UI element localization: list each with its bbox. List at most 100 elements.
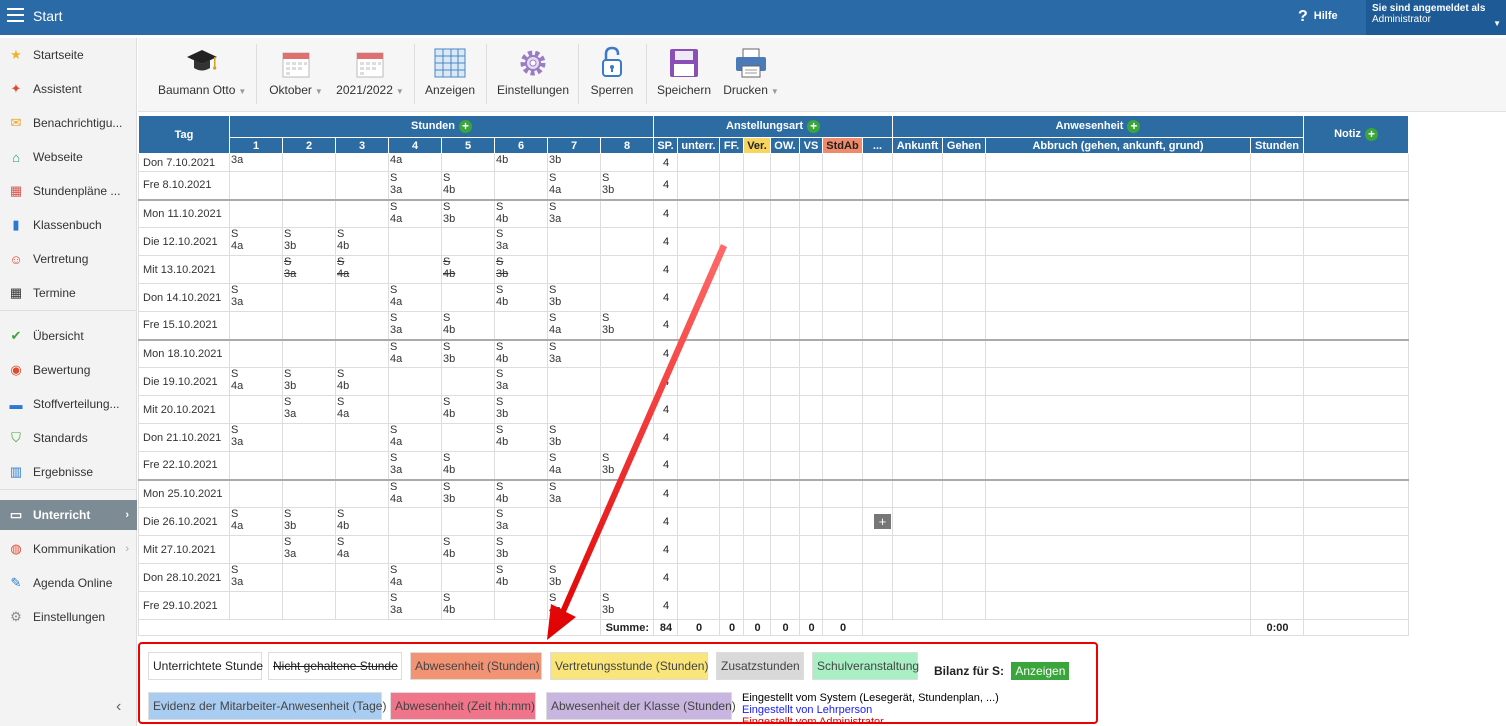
lesson-cell[interactable] [229, 395, 283, 424]
help-link[interactable]: ? Hilfe [1298, 8, 1338, 26]
data-cell[interactable] [743, 338, 771, 368]
teacher-select[interactable]: Baumann Otto ▼ [158, 44, 246, 106]
data-cell[interactable] [770, 591, 800, 620]
data-cell[interactable] [892, 367, 944, 396]
data-cell[interactable] [985, 171, 1252, 200]
lesson-cell[interactable]: S 4a [547, 451, 601, 480]
lesson-cell[interactable]: S 3a [388, 311, 442, 340]
data-cell[interactable] [1303, 311, 1410, 340]
lesson-cell[interactable] [229, 171, 283, 200]
lesson-cell[interactable]: 4a [388, 153, 442, 172]
sidebar-item-assistent[interactable]: ✦ Assistent [0, 74, 137, 104]
show-button[interactable]: Anzeigen [422, 44, 478, 106]
data-cell[interactable] [892, 227, 944, 256]
lesson-cell[interactable] [441, 367, 495, 396]
data-cell[interactable] [743, 153, 771, 172]
print-button[interactable]: Drucken ▼ [720, 44, 782, 106]
lesson-cell[interactable]: S 3a [494, 507, 548, 536]
data-cell[interactable] [892, 198, 944, 228]
lock-button[interactable]: Sperren [588, 44, 636, 106]
lesson-cell[interactable] [547, 367, 601, 396]
lesson-cell[interactable] [282, 198, 336, 228]
data-cell[interactable] [942, 255, 987, 284]
lesson-cell[interactable] [600, 563, 654, 592]
lesson-cell[interactable] [600, 338, 654, 368]
data-cell[interactable] [770, 311, 800, 340]
lesson-cell[interactable] [388, 227, 442, 256]
data-cell[interactable] [799, 311, 823, 340]
lesson-cell[interactable] [600, 423, 654, 452]
lesson-cell[interactable] [388, 367, 442, 396]
data-cell[interactable] [942, 198, 987, 228]
data-cell[interactable] [861, 227, 894, 256]
data-cell[interactable] [985, 367, 1252, 396]
lesson-cell[interactable] [388, 507, 442, 536]
data-cell[interactable] [892, 507, 944, 536]
lesson-cell[interactable]: S 3a [388, 171, 442, 200]
lesson-cell[interactable] [229, 535, 283, 564]
lesson-cell[interactable]: S 3a [229, 563, 283, 592]
lesson-cell[interactable] [229, 338, 283, 368]
data-cell[interactable] [942, 153, 987, 172]
lesson-cell[interactable]: S 3b [547, 283, 601, 312]
lesson-cell[interactable] [335, 423, 389, 452]
lesson-cell[interactable] [229, 311, 283, 340]
lesson-cell[interactable]: 3b [547, 153, 601, 172]
data-cell[interactable] [822, 423, 863, 452]
data-cell[interactable] [743, 367, 771, 396]
data-cell[interactable] [770, 367, 800, 396]
data-cell[interactable] [719, 507, 744, 536]
data-cell[interactable] [942, 423, 987, 452]
data-cell[interactable] [770, 563, 800, 592]
lesson-cell[interactable] [600, 227, 654, 256]
data-cell[interactable] [1303, 423, 1410, 452]
lesson-cell[interactable] [547, 395, 601, 424]
sidebar-item-bewertung[interactable]: ◉ Bewertung [0, 355, 137, 385]
data-cell[interactable] [942, 478, 987, 508]
lesson-cell[interactable]: S 4b [494, 198, 548, 228]
data-cell[interactable] [942, 507, 987, 536]
lesson-cell[interactable]: S 4b [441, 311, 495, 340]
data-cell[interactable] [985, 423, 1252, 452]
data-cell[interactable] [770, 478, 800, 508]
data-cell[interactable] [1303, 451, 1410, 480]
data-cell[interactable] [719, 563, 744, 592]
data-cell[interactable] [1250, 395, 1305, 424]
data-cell[interactable] [799, 478, 823, 508]
lesson-cell[interactable] [494, 451, 548, 480]
data-cell[interactable] [1303, 591, 1410, 620]
lesson-cell[interactable] [335, 153, 389, 172]
lesson-cell[interactable]: S 4a [547, 171, 601, 200]
lesson-cell[interactable] [600, 283, 654, 312]
add-lesson-icon[interactable]: + [459, 120, 472, 133]
data-cell[interactable] [942, 338, 987, 368]
lesson-cell[interactable]: S 4a [388, 198, 442, 228]
data-cell[interactable] [770, 507, 800, 536]
data-cell[interactable] [861, 451, 894, 480]
data-cell[interactable] [861, 423, 894, 452]
lesson-cell[interactable]: S 4b [441, 255, 495, 284]
lesson-cell[interactable]: S 4b [335, 367, 389, 396]
add-employment-icon[interactable]: + [807, 120, 821, 133]
data-cell[interactable] [1250, 198, 1305, 228]
data-cell[interactable] [743, 311, 771, 340]
sidebar-item-unterricht[interactable]: ▭ Unterricht › [0, 500, 137, 530]
data-cell[interactable] [677, 451, 720, 480]
sidebar-item-standards[interactable]: ⛉ Standards [0, 423, 137, 453]
data-cell[interactable] [719, 535, 744, 564]
data-cell[interactable] [719, 451, 744, 480]
data-cell[interactable] [719, 478, 744, 508]
data-cell[interactable] [1250, 255, 1305, 284]
data-cell[interactable] [677, 311, 720, 340]
lesson-cell[interactable]: S 4a [335, 395, 389, 424]
lesson-cell[interactable] [335, 283, 389, 312]
lesson-cell[interactable]: S 3a [282, 255, 336, 284]
data-cell[interactable] [861, 478, 894, 508]
data-cell[interactable] [677, 153, 720, 172]
save-button[interactable]: Speichern [654, 44, 714, 106]
data-cell[interactable] [892, 153, 944, 172]
data-cell[interactable] [892, 283, 944, 312]
data-cell[interactable] [822, 507, 863, 536]
lesson-cell[interactable] [441, 153, 495, 172]
lesson-cell[interactable]: S 4b [494, 478, 548, 508]
